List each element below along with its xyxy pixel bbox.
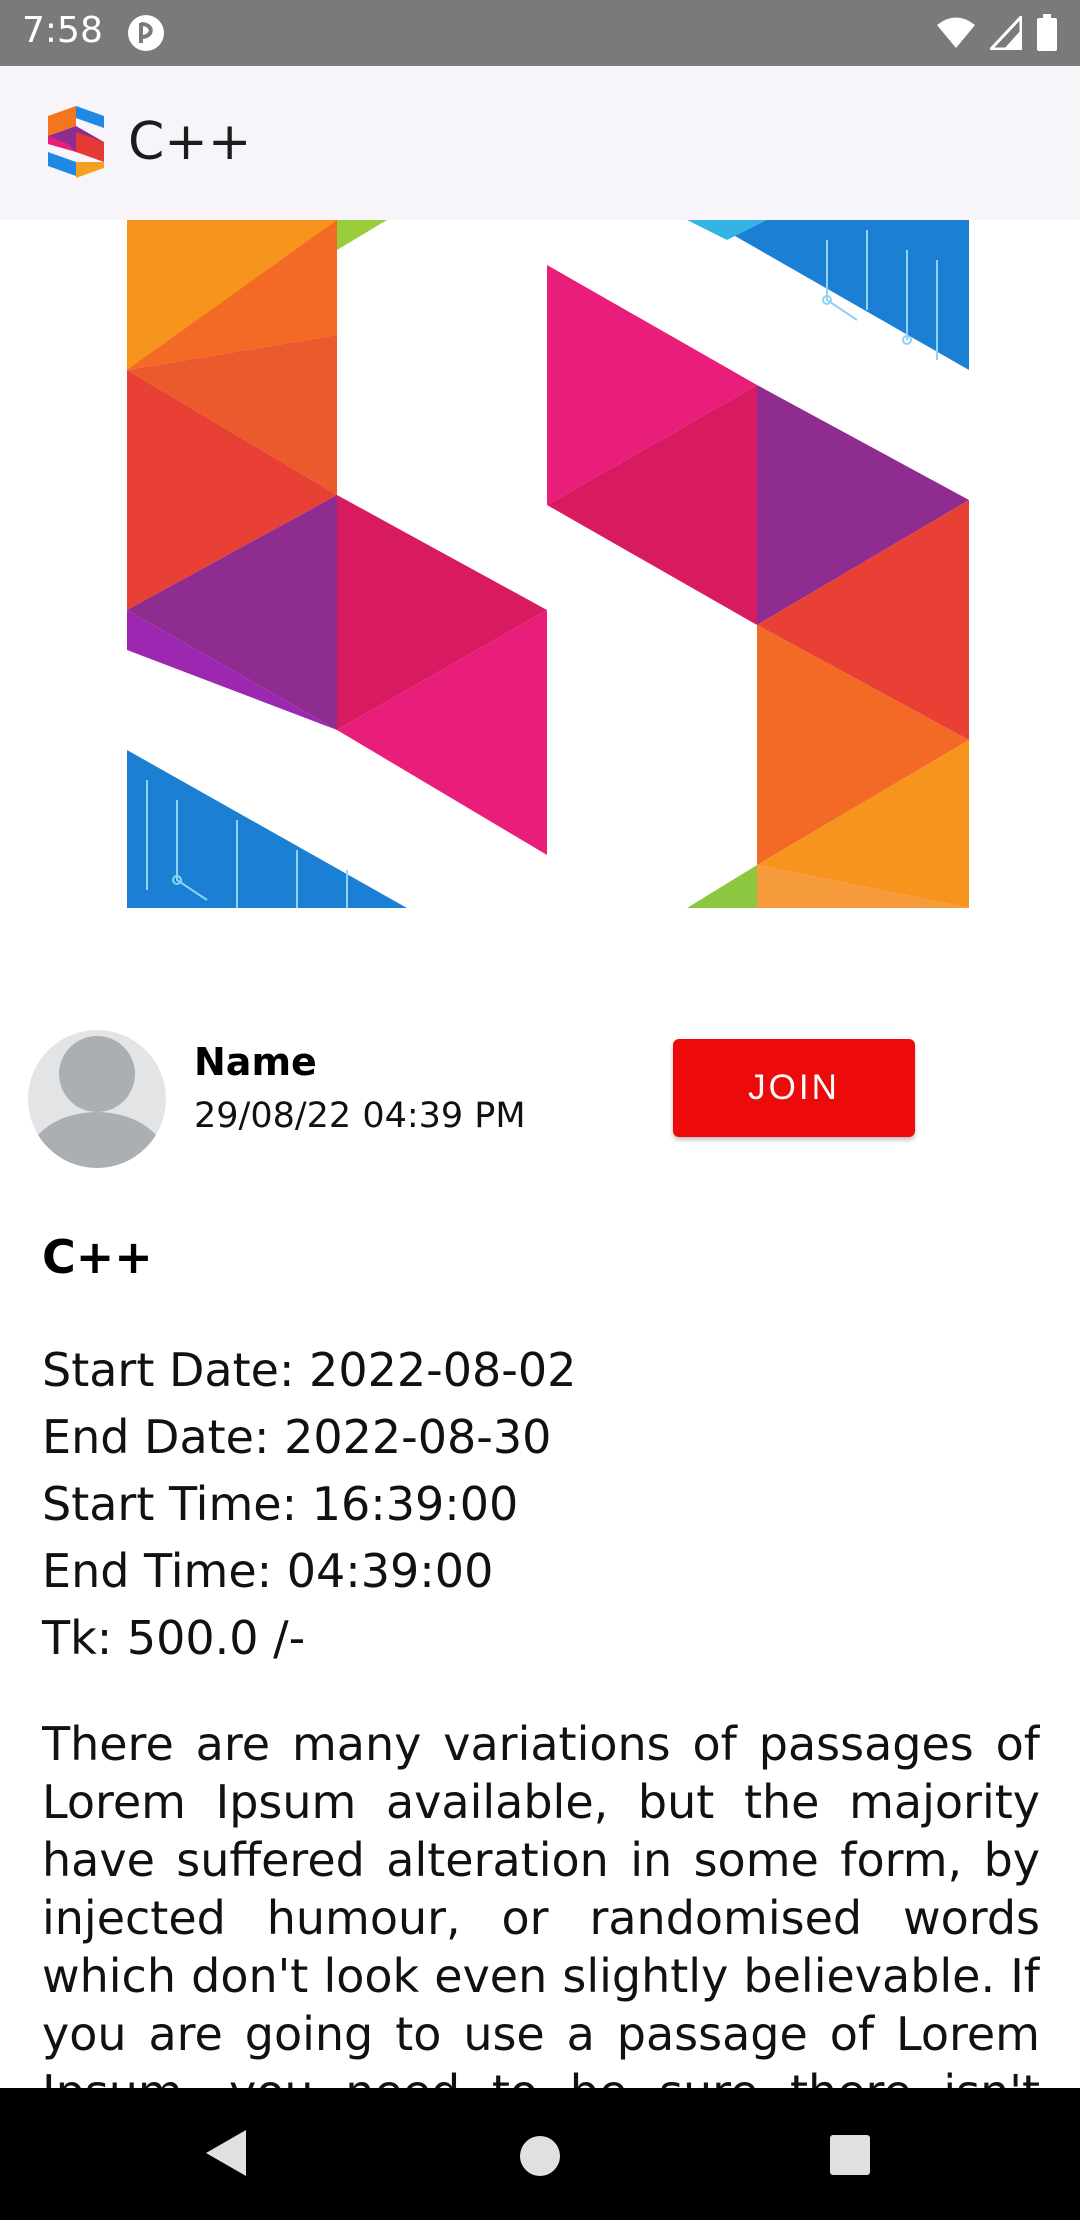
app-logo-icon	[48, 106, 108, 182]
app-bar: C++	[0, 66, 1080, 220]
navigation-bar	[0, 2088, 1080, 2220]
author-row: Name 29/08/22 04:39 PM JOIN	[0, 1030, 1080, 1170]
post-datetime: 29/08/22 04:39 PM	[194, 1096, 526, 1136]
back-icon[interactable]	[204, 2128, 248, 2182]
course-price: Tk: 500.0 /-	[42, 1611, 306, 1665]
start-time: Start Time: 16:39:00	[42, 1477, 519, 1531]
recent-apps-icon[interactable]	[829, 2134, 871, 2180]
course-details: Start Date: 2022-08-02 End Date: 2022-08…	[42, 1337, 576, 1672]
notification-app-icon	[126, 13, 166, 57]
course-banner-image	[127, 220, 969, 908]
battery-icon	[1036, 14, 1058, 56]
course-description: There are many variations of passages of…	[42, 1717, 1040, 2090]
person-avatar-icon	[28, 1030, 166, 1168]
end-date: End Date: 2022-08-30	[42, 1410, 552, 1464]
status-bar: 7:58	[0, 0, 1080, 66]
end-time: End Time: 04:39:00	[42, 1544, 494, 1598]
start-date: Start Date: 2022-08-02	[42, 1343, 577, 1397]
app-title: C++	[128, 112, 252, 172]
course-title: C++	[42, 1230, 153, 1284]
wifi-icon	[936, 16, 976, 54]
join-button[interactable]: JOIN	[673, 1039, 915, 1137]
status-icons	[936, 13, 1058, 56]
status-time: 7:58	[22, 10, 103, 51]
home-icon[interactable]	[518, 2134, 562, 2182]
author-name: Name	[194, 1040, 317, 1084]
signal-icon	[987, 13, 1023, 54]
